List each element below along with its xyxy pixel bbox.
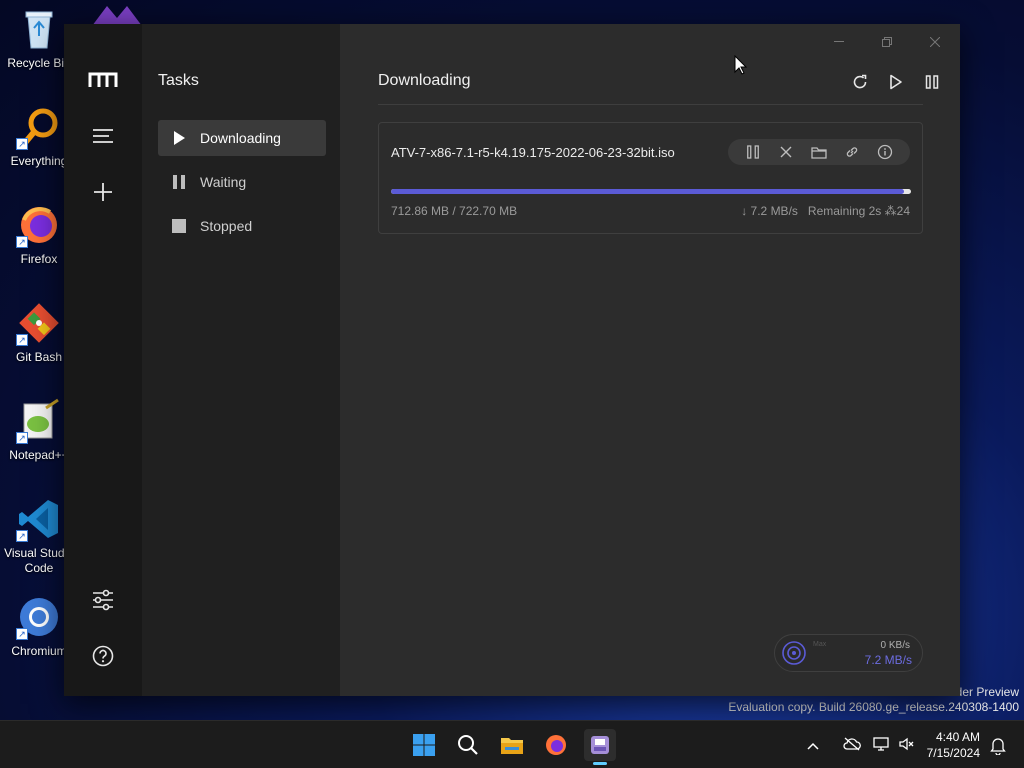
system-tray [804,721,918,768]
header-divider [378,104,923,105]
upload-speed: 0 KB/s [880,640,910,651]
taskbar: 4:40 AM 7/15/2024 [0,720,1024,768]
connections-icon: ⁂ [884,204,897,218]
firefox-icon: ↗ [16,202,62,248]
help-icon[interactable] [87,640,119,672]
play-icon [158,131,200,145]
vscode-icon: ↗ [16,496,62,542]
mouse-cursor-icon [734,54,748,80]
sidebar-item-label: Stopped [200,218,253,234]
motrix-taskbar-icon[interactable] [584,729,616,765]
pause-icon [158,175,200,189]
volume-muted-icon[interactable] [896,737,918,754]
task-pause-icon[interactable] [743,142,763,162]
app-logo-icon[interactable] [87,64,119,96]
start-button[interactable] [408,729,440,761]
sidebar-item-waiting[interactable]: Waiting [158,164,326,200]
chromium-icon: ↗ [16,594,62,640]
shortcut-arrow-icon: ↗ [16,138,28,150]
resume-all-icon[interactable] [882,68,910,96]
task-stats: ↓ 7.2 MB/s Remaining 2s ⁂24 [741,204,910,218]
close-window-button[interactable] [912,28,958,56]
notepad-plus-plus-icon: ↗ [16,398,62,444]
task-item[interactable]: ATV-7-x86-7.1-r5-k4.19.175-2022-06-23-32… [378,122,923,234]
speed-limit-label: Max [813,641,827,648]
task-file-name: ATV-7-x86-7.1-r5-k4.19.175-2022-06-23-32… [391,145,675,160]
clock-date: 7/15/2024 [926,746,980,760]
shortcut-arrow-icon: ↗ [16,236,28,248]
shortcut-arrow-icon: ↗ [16,530,28,542]
motrix-window: Tasks Downloading Waiting Stopped Downlo… [64,24,960,696]
settings-sliders-icon[interactable] [87,584,119,616]
firefox-taskbar-icon[interactable] [540,729,572,761]
search-icon[interactable] [452,729,484,761]
task-remaining: Remaining 2s [807,204,882,218]
taskbar-clock[interactable]: 4:40 AM 7/15/2024 [927,729,980,761]
notification-bell-icon[interactable] [990,737,1006,760]
download-arrow-icon: ↓ [741,204,748,218]
shortcut-arrow-icon: ↗ [16,628,28,640]
task-info-icon[interactable] [875,142,895,162]
sidebar-item-label: Waiting [200,174,247,190]
download-speed: 7.2 MB/s [864,653,912,667]
task-connections: 24 [896,204,910,218]
tray-overflow-chevron-icon[interactable] [804,737,822,753]
sidebar-item-downloading[interactable]: Downloading [158,120,326,156]
pause-all-icon[interactable] [918,68,946,96]
task-speed: 7.2 MB/s [750,204,798,218]
network-icon[interactable] [868,736,896,754]
git-bash-icon: ↗ [16,300,62,346]
task-size: 712.86 MB / 722.70 MB [391,204,518,218]
menu-icon[interactable] [87,120,119,152]
file-explorer-icon[interactable] [496,729,528,761]
task-link-icon[interactable] [842,142,862,162]
speedometer-icon [781,640,807,666]
task-folder-icon[interactable] [809,142,829,162]
refresh-icon[interactable] [846,68,874,96]
shortcut-arrow-icon: ↗ [16,334,28,346]
minimize-button[interactable] [816,28,862,56]
task-progress-fill [391,189,904,194]
maximize-button[interactable] [864,28,910,56]
page-title: Downloading [378,72,471,89]
task-actions [728,139,910,165]
onedrive-offline-icon[interactable] [836,737,868,754]
task-sidebar: Tasks Downloading Waiting Stopped [142,24,340,696]
recycle-bin-icon [16,6,62,52]
sidebar-item-label: Downloading [200,130,281,146]
app-rail [64,24,142,696]
task-delete-icon[interactable] [776,142,796,162]
stop-icon [158,219,200,233]
sidebar-item-stopped[interactable]: Stopped [158,208,326,244]
clock-time: 4:40 AM [935,730,980,744]
sidebar-title: Tasks [158,72,199,89]
shortcut-arrow-icon: ↗ [16,432,28,444]
watermark-line2: Evaluation copy. Build 26080.ge_release.… [728,700,1019,714]
speed-meter[interactable]: Max 0 KB/s 7.2 MB/s [774,634,923,672]
main-panel: Downloading ATV-7-x86-7.1-r5-k4.19.175-2… [340,24,960,696]
task-progress-bar [391,189,911,194]
add-task-icon[interactable] [87,176,119,208]
everything-icon: ↗ [16,104,62,150]
visual-studio-icon[interactable] [92,6,142,26]
